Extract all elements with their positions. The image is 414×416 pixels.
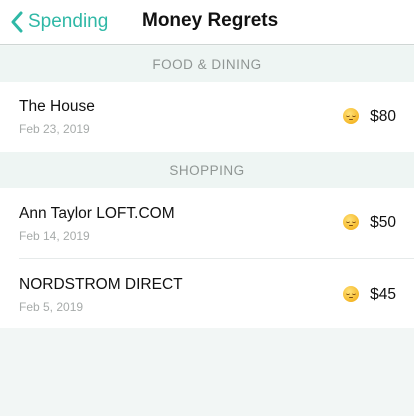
page-title: Money Regrets	[142, 10, 279, 31]
item-date: Feb 5, 2019	[19, 300, 84, 314]
disappointed-face-icon	[343, 214, 359, 230]
disappointed-face-icon	[343, 108, 359, 124]
section-header-food-dining: FOOD & DINING	[0, 46, 414, 82]
nav-bar: Spending Money Regrets	[0, 0, 414, 45]
list-item[interactable]: NORDSTROM DIRECT Feb 5, 2019 $45	[0, 259, 414, 328]
chevron-left-icon	[11, 11, 23, 33]
item-amount: $45	[370, 286, 396, 303]
item-amount: $50	[370, 214, 396, 231]
item-date: Feb 14, 2019	[19, 229, 90, 243]
item-amount: $80	[370, 108, 396, 125]
back-button-label: Spending	[28, 11, 109, 32]
item-date: Feb 23, 2019	[19, 122, 90, 136]
item-name: The House	[19, 98, 95, 115]
list-item[interactable]: Ann Taylor LOFT.COM Feb 14, 2019 $50	[0, 188, 414, 258]
item-name: Ann Taylor LOFT.COM	[19, 205, 175, 222]
list-item[interactable]: The House Feb 23, 2019 $80	[0, 82, 414, 152]
section-header-shopping: SHOPPING	[0, 152, 414, 188]
disappointed-face-icon	[343, 286, 359, 302]
item-name: NORDSTROM DIRECT	[19, 276, 183, 293]
back-button[interactable]: Spending	[10, 10, 108, 34]
section-list: Ann Taylor LOFT.COM Feb 14, 2019 $50 NOR…	[0, 188, 414, 328]
